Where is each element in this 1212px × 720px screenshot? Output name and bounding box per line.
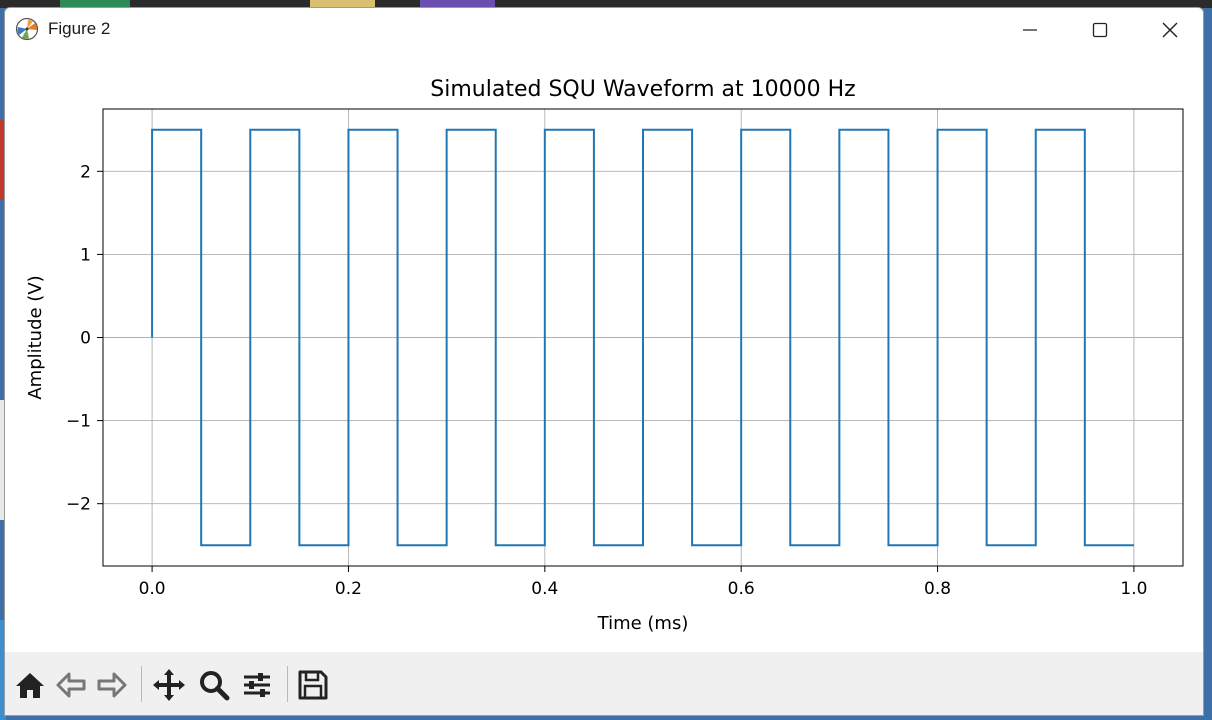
y-tick-label: −2 — [66, 495, 91, 515]
title-bar[interactable]: Figure 2 — [5, 8, 1203, 52]
forward-button[interactable] — [93, 666, 131, 704]
save-button[interactable] — [294, 666, 332, 704]
y-tick-label: 2 — [80, 162, 91, 182]
toolbar-separator — [141, 666, 142, 702]
plot-area — [151, 128, 1134, 547]
x-tick-label: 0.8 — [924, 579, 951, 599]
minimize-button[interactable] — [995, 8, 1065, 52]
zoom-icon — [200, 671, 230, 701]
x-tick-label: 0.0 — [139, 579, 166, 599]
window-title: Figure 2 — [48, 19, 111, 38]
toolbar-separator — [287, 666, 288, 702]
save-icon — [298, 670, 328, 700]
pan-icon — [153, 669, 185, 701]
home-button[interactable] — [11, 666, 49, 704]
x-axis-label: Time (ms) — [597, 613, 689, 634]
x-tick-label: 0.6 — [728, 579, 755, 599]
y-tick-label: 1 — [80, 245, 91, 265]
configure-subplots-icon — [244, 673, 270, 697]
close-button[interactable] — [1135, 8, 1203, 52]
y-tick-label: 0 — [80, 329, 91, 349]
y-tick-label: −1 — [66, 412, 91, 432]
figure-canvas[interactable]: 0.0 0.2 0.4 0.6 0.8 1.0 −2 −1 0 1 2 Simulated SQU … — [5, 52, 1203, 652]
home-icon — [16, 673, 44, 698]
x-tick-label: 0.2 — [335, 579, 362, 599]
waveform-chart: 0.0 0.2 0.4 0.6 0.8 1.0 −2 −1 0 1 2 Simulated SQU … — [25, 77, 1184, 634]
waveform-series-line — [151, 128, 1134, 547]
matplotlib-app-icon — [15, 17, 39, 41]
close-icon — [1162, 22, 1178, 38]
axis-ticks: 0.0 0.2 0.4 0.6 0.8 1.0 −2 −1 0 1 2 — [66, 162, 1147, 599]
maximize-button[interactable] — [1065, 8, 1135, 52]
chart-title: Simulated SQU Waveform at 10000 Hz — [430, 77, 855, 102]
maximize-icon — [1092, 22, 1108, 38]
forward-arrow-icon — [97, 672, 127, 698]
minimize-icon — [1023, 29, 1037, 31]
figure-window: Figure 2 0.0 0.2 0.4 0.6 0.8 1.0 −2 −1 0 1 2 Simul… — [4, 7, 1204, 716]
navigation-toolbar — [5, 652, 1203, 715]
back-arrow-icon — [56, 672, 86, 698]
zoom-button[interactable] — [195, 666, 233, 704]
x-tick-label: 1.0 — [1120, 579, 1147, 599]
y-axis-label: Amplitude (V) — [25, 275, 46, 399]
pan-button[interactable] — [150, 666, 188, 704]
configure-subplots-button[interactable] — [238, 666, 276, 704]
x-tick-label: 0.4 — [531, 579, 558, 599]
back-button[interactable] — [52, 666, 90, 704]
